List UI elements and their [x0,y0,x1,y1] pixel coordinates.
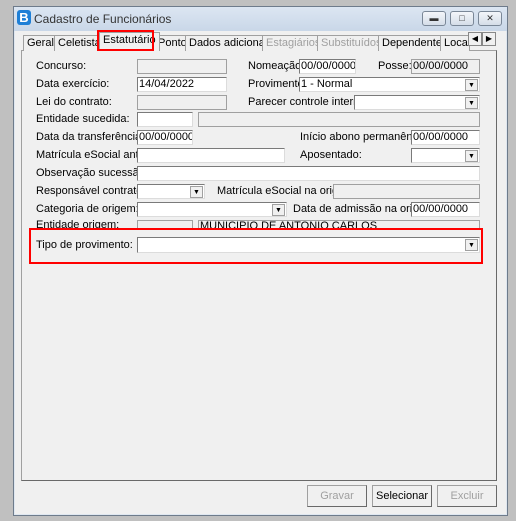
inicio-abono-field[interactable]: 00/00/0000 [411,130,480,145]
excluir-button[interactable]: Excluir [437,485,497,507]
matricula-origem-field [333,184,480,199]
nomeacao-label: Nomeação: [248,60,305,72]
categoria-origem-select[interactable]: ▼ [137,202,287,217]
provimento-value: 1 - Normal [301,78,353,90]
posse-label: Posse: [378,60,412,72]
aposentado-select[interactable]: ▼ [411,148,480,163]
parecer-select[interactable]: ▼ [354,95,480,110]
concurso-label: Concurso: [36,60,87,72]
close-button[interactable]: ✕ [478,11,502,26]
lei-contrato-label: Lei do contrato: [36,96,112,108]
tab-geral[interactable]: Geral [23,35,58,51]
responsavel-select[interactable]: ▼ [137,184,205,199]
chevron-down-icon[interactable]: ▼ [465,239,478,251]
tab-highlight [97,30,154,51]
entidade-sucedida-name-field [198,112,480,127]
lei-contrato-field [137,95,227,110]
chevron-down-icon[interactable]: ▼ [465,79,478,91]
gravar-button[interactable]: Gravar [307,485,367,507]
tab-estagiarios: Estagiários [262,35,325,51]
maximize-button[interactable]: □ [450,11,474,26]
tab-substituidos: Substituídos [317,35,386,51]
entidade-sucedida-label: Entidade sucedida: [36,113,130,125]
data-transferencia-label: Data da transferência: [36,131,145,143]
window-title: Cadastro de Funcionários [34,12,172,26]
minimize-button[interactable]: ▬ [422,11,446,26]
provimento-select[interactable]: 1 - Normal ▼ [299,77,480,92]
observacao-field[interactable] [137,166,480,181]
data-admissao-origem-field[interactable]: 00/00/0000 [411,202,480,217]
categoria-origem-label: Categoria de origem: [36,203,139,215]
parecer-label: Parecer controle interno: [248,96,369,108]
tipo-provimento-label: Tipo de provimento: [36,239,133,251]
tab-locais[interactable]: Locai [440,35,470,51]
observacao-label: Observação sucessão: [36,167,148,179]
matricula-ant-field[interactable] [137,148,285,163]
posse-field: 00/00/0000 [411,59,480,74]
data-exercicio-field[interactable]: 14/04/2022 [137,77,227,92]
aposentado-label: Aposentado: [300,149,362,161]
selecionar-button[interactable]: Selecionar [372,485,432,507]
chevron-down-icon[interactable]: ▼ [272,204,285,216]
chevron-down-icon[interactable]: ▼ [465,150,478,162]
tipo-provimento-select[interactable]: ▼ [137,237,480,253]
data-exercicio-label: Data exercício: [36,78,110,90]
entidade-sucedida-code-field[interactable] [137,112,193,127]
provimento-label: Provimento: [248,78,307,90]
tab-scroll-left-icon[interactable]: ◀ [468,32,482,46]
app-logo-icon: B [17,10,31,25]
chevron-down-icon[interactable]: ▼ [190,186,203,198]
responsavel-label: Responsável contrato: [36,185,146,197]
data-transferencia-field[interactable]: 00/00/0000 [137,130,193,145]
nomeacao-field[interactable]: 00/00/0000 [299,59,356,74]
matricula-ant-label: Matrícula eSocial ant.: [36,149,145,161]
concurso-field [137,59,227,74]
tab-scroll-right-icon[interactable]: ▶ [482,32,496,46]
chevron-down-icon[interactable]: ▼ [465,97,478,109]
